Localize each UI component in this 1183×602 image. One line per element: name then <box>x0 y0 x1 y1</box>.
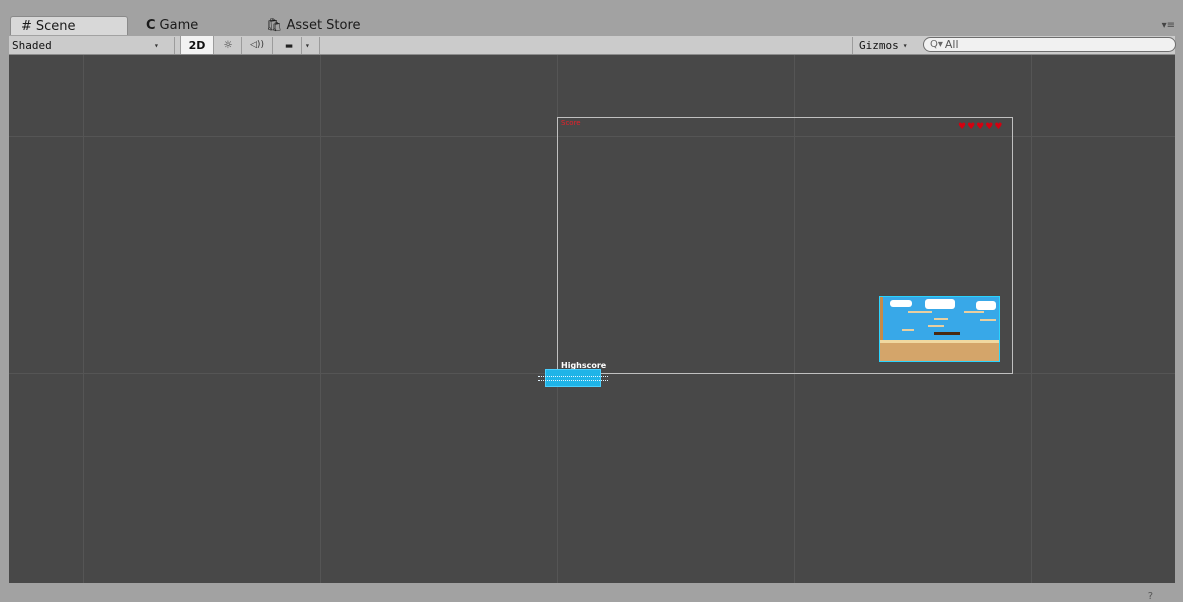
cloud-sprite <box>976 301 996 310</box>
toolbar-divider <box>174 37 175 54</box>
shading-mode-dropdown[interactable]: Shaded ▾ <box>12 36 162 54</box>
image-icon: ▬ <box>285 38 293 52</box>
level-background-sprite[interactable] <box>879 296 1000 362</box>
2d-mode-toggle[interactable]: 2D <box>180 36 214 54</box>
heart-icon: ♥ <box>967 122 976 132</box>
toolbar-divider <box>319 37 320 54</box>
sprite-wall <box>880 297 883 345</box>
effects-dropdown[interactable]: ▾ <box>305 36 315 54</box>
heart-icon: ♥ <box>994 122 1003 132</box>
tab-game[interactable]: C Game <box>133 16 198 35</box>
heart-icon: ♥ <box>958 122 967 132</box>
tab-scene-label: Scene <box>35 18 76 34</box>
platform-sprite <box>908 311 932 313</box>
platform-sprite <box>934 318 948 320</box>
tab-menu-icon[interactable]: ▾≡ <box>1162 20 1175 31</box>
platform-sprite <box>902 329 914 331</box>
status-text: ? <box>1147 591 1153 602</box>
toolbar-divider <box>852 37 853 54</box>
grid-line <box>320 55 321 583</box>
scene-toolbar: Shaded ▾ 2D ☼ ◁)) ▬ ▾ Gizmos ▾ Q▾ All <box>9 36 1176 55</box>
chevron-down-icon: ▾ <box>154 40 159 50</box>
sprite-outline <box>538 376 608 381</box>
sun-icon: ☼ <box>224 37 232 53</box>
scene-viewport[interactable]: Score ♥ ♥ ♥ ♥ ♥ Highscore <box>9 55 1175 583</box>
grid-line <box>1031 55 1032 583</box>
game-pacman-icon: C <box>146 18 156 33</box>
audio-toggle[interactable]: ◁)) <box>245 36 269 54</box>
gizmos-label: Gizmos <box>859 38 899 52</box>
cloud-sprite <box>925 299 955 309</box>
chevron-down-icon: ▾ <box>902 40 908 50</box>
heart-icon: ♥ <box>976 122 985 132</box>
search-placeholder: All <box>944 38 959 51</box>
effects-toggle[interactable]: ▬ <box>280 36 298 54</box>
cloud-sprite <box>890 300 912 307</box>
lives-hearts[interactable]: ♥ ♥ ♥ ♥ ♥ <box>958 123 1002 132</box>
chevron-down-icon: ▾ <box>305 40 310 50</box>
platform-sprite <box>980 319 996 321</box>
scene-search-field[interactable]: Q▾ All <box>923 37 1176 52</box>
speaker-icon: ◁)) <box>250 40 264 50</box>
search-icon: Q▾ <box>930 39 943 50</box>
tab-asset-store-label: Asset Store <box>286 18 361 33</box>
tab-game-label: Game <box>159 18 199 33</box>
plank-sprite <box>934 332 960 335</box>
gizmos-dropdown[interactable]: Gizmos ▾ <box>859 36 917 54</box>
scene-grid-icon: # <box>21 18 32 34</box>
toolbar-divider <box>241 37 242 54</box>
shading-mode-label: Shaded <box>12 38 52 52</box>
lighting-toggle[interactable]: ☼ <box>217 36 239 54</box>
ground-sprite <box>880 343 999 361</box>
highscore-sprite[interactable] <box>538 369 608 387</box>
status-bar: ? <box>0 583 1183 602</box>
heart-icon: ♥ <box>985 122 994 132</box>
shopping-bag-icon: 🛍 <box>266 18 283 33</box>
platform-sprite <box>928 325 944 327</box>
tab-asset-store[interactable]: 🛍 Asset Store <box>253 16 361 35</box>
grid-line <box>83 55 84 583</box>
toolbar-divider <box>301 37 302 54</box>
tab-scene[interactable]: # Scene <box>10 16 128 35</box>
editor-tab-bar: # Scene C Game 🛍 Asset Store ▾≡ <box>0 0 1183 35</box>
toolbar-divider <box>272 37 273 54</box>
score-text[interactable]: Score <box>561 119 581 127</box>
platform-sprite <box>964 311 984 313</box>
